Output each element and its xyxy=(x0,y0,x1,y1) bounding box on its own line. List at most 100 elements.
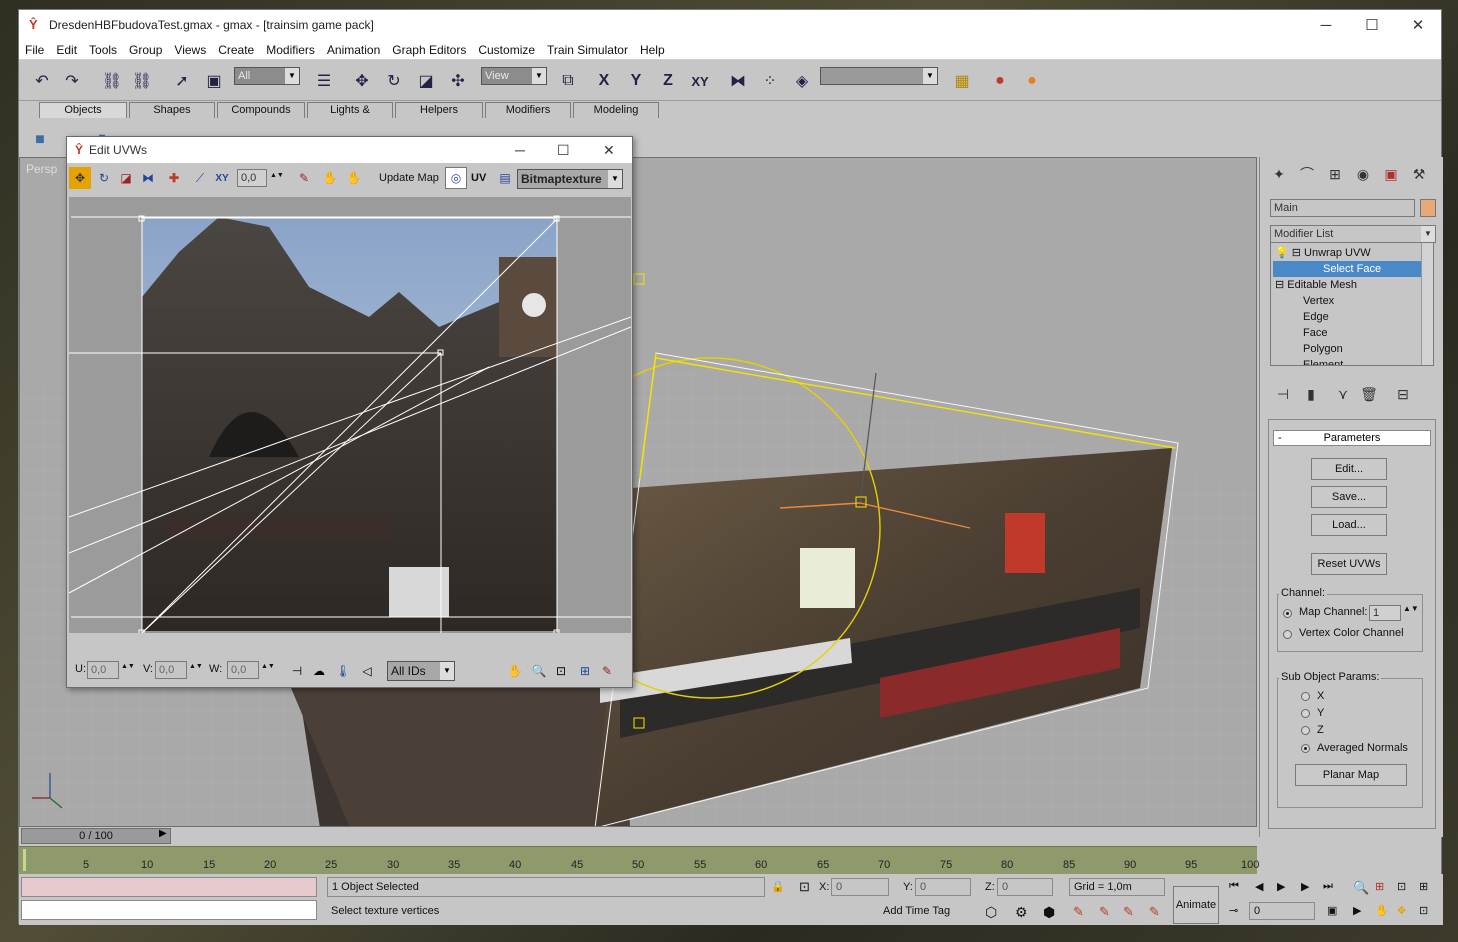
filter-selected-faces-icon[interactable]: ◁ xyxy=(357,661,377,681)
track-bar-ruler[interactable]: 5 10 15 20 25 30 35 40 45 50 55 60 65 70… xyxy=(19,846,1259,874)
maximize-button[interactable]: ☐ xyxy=(1349,10,1395,40)
tab-objects[interactable]: Objects xyxy=(39,102,127,118)
expand-selection-icon[interactable]: ✚ xyxy=(163,167,185,189)
u-field[interactable]: 0,0 xyxy=(87,661,119,679)
stack-item-polygon[interactable]: Polygon xyxy=(1303,341,1343,357)
menu-group[interactable]: Group xyxy=(123,43,168,57)
zoom-region-icon[interactable]: ⊡ xyxy=(551,661,571,681)
zoom-icon[interactable]: 🔍 xyxy=(1353,880,1369,896)
expander-icon[interactable]: ⊟ xyxy=(1275,279,1284,291)
zoom-extents-all-icon[interactable]: ⊞ xyxy=(1419,880,1428,893)
mirror-icon[interactable]: ⧓ xyxy=(137,167,159,189)
selection-filter-select[interactable]: All ▼ xyxy=(234,67,300,85)
maxscript-listener-pink[interactable] xyxy=(21,877,317,897)
parameters-rollout-header[interactable]: - Parameters xyxy=(1273,430,1431,446)
axis-x-radio[interactable] xyxy=(1301,692,1310,701)
map-select[interactable]: Bitmaptexture ▼ xyxy=(517,169,623,189)
minimize-button[interactable]: ─ xyxy=(1303,10,1349,40)
field-of-view-icon[interactable]: ▶ xyxy=(1353,904,1361,917)
restrict-x-button[interactable]: X xyxy=(591,68,617,94)
uv-toggle[interactable]: UV xyxy=(471,172,486,184)
maxscript-listener-white[interactable] xyxy=(21,900,317,920)
mirror-icon[interactable]: ⧓ xyxy=(725,68,751,94)
axis-y-radio[interactable] xyxy=(1301,709,1310,718)
undo-icon[interactable]: ↶ xyxy=(29,68,55,94)
spinner-arrows-icon[interactable]: ▲▼ xyxy=(189,663,203,670)
go-to-start-icon[interactable]: ⏮ xyxy=(1229,880,1239,893)
rotate-icon[interactable]: ↻ xyxy=(93,167,115,189)
pan-icon[interactable]: ✋ xyxy=(1375,904,1389,917)
edit-uvws-title-bar[interactable]: Ŷ Edit UVWs ─ ☐ ✕ xyxy=(67,137,632,163)
zoom-all-icon[interactable]: ⊞ xyxy=(1375,880,1384,893)
box-icon[interactable]: ■ xyxy=(27,127,53,153)
modify-panel-icon[interactable]: ⌒ xyxy=(1296,163,1318,185)
planar-map-button[interactable]: Planar Map xyxy=(1295,764,1407,786)
zoom-extents-icon[interactable]: ⊞ xyxy=(575,661,595,681)
menu-views[interactable]: Views xyxy=(168,43,212,57)
spinner-snap-icon[interactable]: ✎ xyxy=(1099,904,1110,920)
redo-icon[interactable]: ↷ xyxy=(59,68,85,94)
modifier-list-select[interactable]: Modifier List ▼ xyxy=(1270,225,1436,243)
menu-edit[interactable]: Edit xyxy=(50,43,83,57)
select-by-name-icon[interactable]: ☰ xyxy=(311,68,337,94)
light-bulb-icon[interactable]: 💡 xyxy=(1275,247,1289,259)
restrict-y-button[interactable]: Y xyxy=(623,68,649,94)
tab-compounds[interactable]: Compounds xyxy=(217,102,305,118)
viewport-label[interactable]: Persp xyxy=(26,162,57,176)
remove-modifier-icon[interactable]: 🗑 xyxy=(1358,383,1380,405)
z-coord-field[interactable]: 0 xyxy=(997,878,1053,896)
stack-scrollbar[interactable] xyxy=(1421,243,1433,365)
axis-z-radio[interactable] xyxy=(1301,726,1310,735)
axis-constraint-icon[interactable]: ✎ xyxy=(1149,904,1160,920)
lock-selection-icon[interactable]: 🔒 xyxy=(771,880,785,893)
min-max-toggle-icon[interactable]: ⊡ xyxy=(1419,904,1428,917)
perspective-icon[interactable]: ⬡ xyxy=(985,904,997,921)
stack-item-element[interactable]: Element xyxy=(1303,357,1343,365)
array-icon[interactable]: ⁘ xyxy=(757,68,783,94)
minimize-button[interactable]: ─ xyxy=(515,142,525,158)
close-button[interactable]: ✕ xyxy=(603,142,615,159)
menu-tools[interactable]: Tools xyxy=(83,43,123,57)
xy-toggle-icon[interactable]: XY xyxy=(211,167,233,189)
move-icon[interactable]: ✥ xyxy=(69,167,91,189)
next-frame-icon[interactable]: ▶ xyxy=(1301,880,1309,893)
menu-customize[interactable]: Customize xyxy=(472,43,541,57)
edge-snap-icon[interactable]: ✎ xyxy=(1123,904,1134,920)
update-map-button[interactable]: Update Map xyxy=(379,172,439,184)
close-button[interactable]: ✕ xyxy=(1395,10,1441,40)
render-scene-icon[interactable]: ● xyxy=(987,68,1013,94)
edit-button[interactable]: Edit... xyxy=(1311,458,1387,480)
zoom-extents-icon[interactable]: ⊡ xyxy=(1397,880,1406,893)
ids-select[interactable]: All IDs ▼ xyxy=(387,661,455,681)
show-map-icon[interactable]: ◎ xyxy=(445,167,467,189)
y-coord-field[interactable]: 0 xyxy=(915,878,971,896)
arc-rotate-icon[interactable]: ✥ xyxy=(1397,904,1406,917)
percent-snap-icon[interactable]: ✎ xyxy=(1073,904,1084,920)
zoom-icon[interactable]: 🔍 xyxy=(529,661,549,681)
menu-modifiers[interactable]: Modifiers xyxy=(260,43,321,57)
pivot-center-icon[interactable]: ⧉ xyxy=(555,68,581,94)
named-selection-select[interactable]: ▼ xyxy=(820,67,938,85)
add-time-tag[interactable]: Add Time Tag xyxy=(879,902,979,922)
map-channel-radio[interactable] xyxy=(1283,609,1292,618)
align-icon[interactable]: ◈ xyxy=(789,68,815,94)
time-slider-thumb[interactable]: 0 / 100 xyxy=(21,828,171,844)
unlink-icon[interactable]: ⛓ xyxy=(129,68,155,94)
weld-selected-icon[interactable]: ✋ xyxy=(343,167,365,189)
tab-helpers[interactable]: Helpers xyxy=(395,102,483,118)
properties-icon[interactable]: ▤ xyxy=(495,167,515,189)
select-and-rotate-icon[interactable]: ↻ xyxy=(381,68,407,94)
modifier-stack[interactable]: 💡 ⊟ Unwrap UVW Select Face ⊟ Editable Me… xyxy=(1270,242,1434,366)
menu-create[interactable]: Create xyxy=(212,43,260,57)
time-slider-track[interactable]: 0 / 100 ▶ xyxy=(19,827,1257,845)
tab-modifiers[interactable]: Modifiers xyxy=(485,102,571,118)
angle-snap-icon[interactable]: ⬢ xyxy=(1043,904,1055,921)
animate-button[interactable]: Animate xyxy=(1173,886,1219,924)
lock-selected-icon[interactable]: ⊣ xyxy=(287,661,307,681)
reset-uvws-button[interactable]: Reset UVWs xyxy=(1311,553,1387,575)
region-zoom-icon[interactable]: ▣ xyxy=(1327,904,1337,917)
select-object-icon[interactable]: ➚ xyxy=(169,68,195,94)
freeform-icon[interactable]: ⟋ xyxy=(189,167,211,189)
go-to-end-icon[interactable]: ⏭ xyxy=(1323,880,1333,893)
snap-icon[interactable]: ⚙ xyxy=(1015,904,1028,921)
